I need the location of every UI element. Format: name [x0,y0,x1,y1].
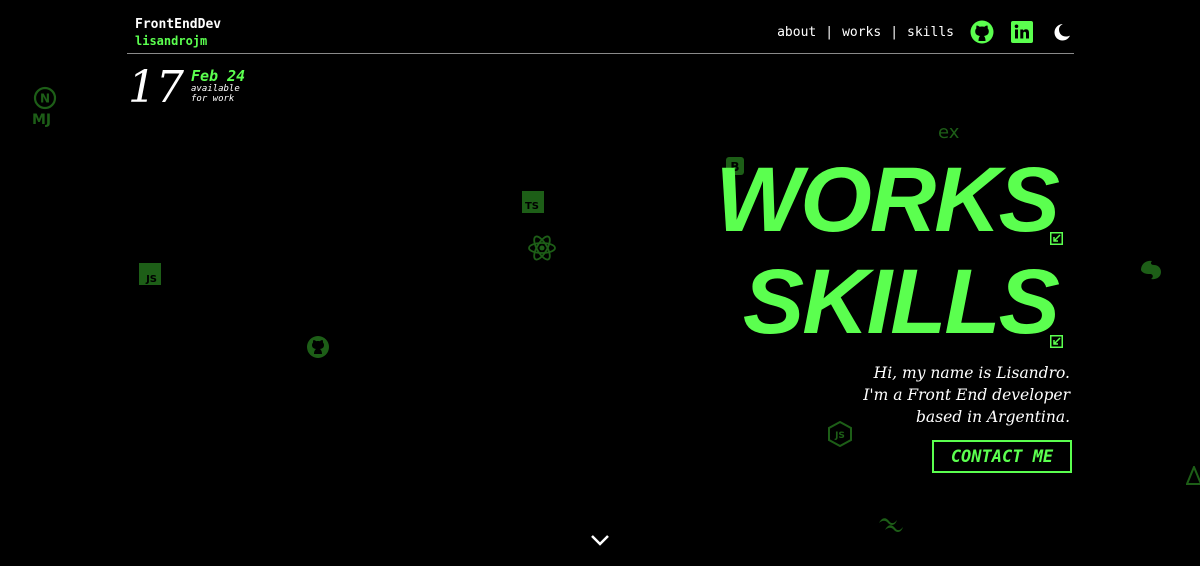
arrow-down-left-icon [1050,230,1063,245]
date-day: 17 [128,62,184,113]
intro-text: Hi, my name is Lisandro. I'm a Front End… [863,362,1070,428]
svg-text:N: N [40,92,50,106]
javascript-icon: JS [139,263,161,285]
tailwind-icon [876,515,906,533]
typescript-icon: TS [522,191,544,213]
nextjs-icon: N [33,86,57,110]
top-nav: about | works | skills [777,20,1074,44]
moon-icon[interactable] [1050,20,1074,44]
nav-link-skills[interactable]: skills [907,25,954,40]
svg-text:JS: JS [145,274,157,285]
date-month: Feb 24 [191,67,246,85]
intro-line: Hi, my name is Lisandro. [873,364,1070,382]
nestjs-icon [1138,257,1164,283]
mui-icon: MJ [32,110,52,128]
express-icon: ex [938,122,970,142]
intro-line: I'm a Front End developer [863,386,1070,404]
brand-name: FrontEndDev [135,17,222,32]
nav-separator: | [825,24,834,40]
github-icon [306,335,330,359]
brand[interactable]: FrontEndDev lisandrojm [135,17,221,49]
skills-link[interactable]: SKILLS [743,256,1060,348]
intro-line: based in Argentina. [915,408,1070,426]
nav-separator: | [890,24,899,40]
availability-date: 17 Feb 24 available for work [128,64,261,112]
github-icon[interactable] [970,20,994,44]
nav-link-about[interactable]: about [777,25,816,40]
svg-text:TS: TS [525,201,539,212]
header-divider [127,53,1074,54]
contact-me-button[interactable]: CONTACT ME [932,440,1072,473]
vite-icon [1186,466,1200,486]
svg-text:ex: ex [938,122,960,142]
linkedin-icon[interactable] [1010,20,1034,44]
chevron-down-icon[interactable] [589,531,611,549]
date-meta: Feb 24 available for work [191,68,261,104]
works-link[interactable]: WORKS [715,154,1060,246]
arrow-down-left-icon [1050,333,1063,348]
svg-text:JS: JS [834,431,845,441]
react-icon [527,234,557,262]
brand-handle: lisandrojm [135,34,208,48]
svg-text:MJ: MJ [32,112,51,128]
nodejs-icon: JS [828,421,852,447]
availability-status: available for work [191,84,240,104]
nav-link-works[interactable]: works [842,25,881,40]
